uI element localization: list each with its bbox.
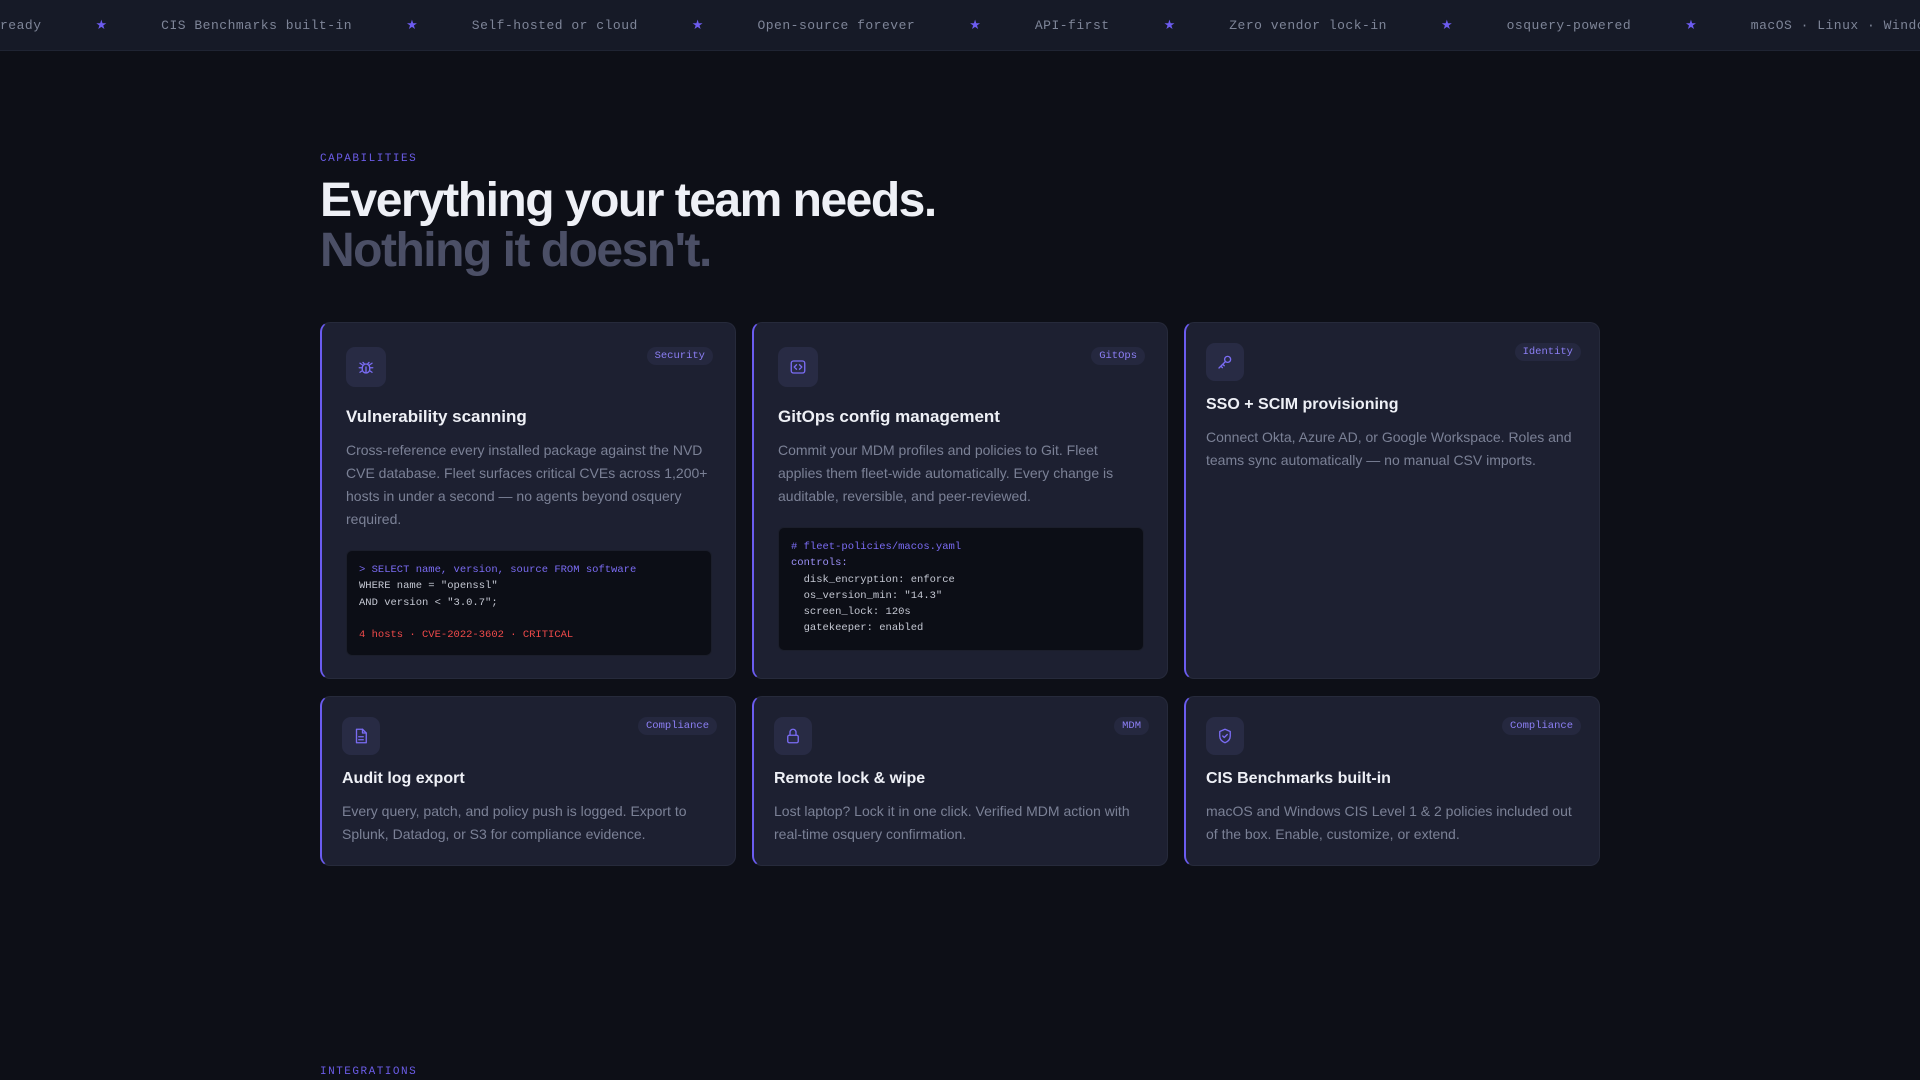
code-line: controls:	[791, 557, 848, 570]
ticker-item: Open-source forever	[757, 17, 916, 33]
category-tag: MDM	[1114, 717, 1149, 735]
feature-card-sso-scim[interactable]: Identity SSO + SCIM provisioning Connect…	[1184, 322, 1600, 679]
category-tag: GitOps	[1091, 347, 1145, 365]
headline-primary: Everything your team needs.	[320, 174, 937, 227]
section-headline: Everything your team needs. Nothing it d…	[320, 174, 937, 277]
ticker-item: Zero vendor lock-in	[1229, 17, 1387, 33]
star-icon: ★	[1440, 17, 1453, 33]
star-icon: ★	[691, 17, 704, 33]
card-title: SSO + SCIM provisioning	[1206, 396, 1399, 413]
card-title: CIS Benchmarks built-in	[1206, 770, 1391, 787]
card-title: Audit log export	[342, 770, 465, 787]
ticker-item: ready	[0, 17, 42, 33]
card-title: Vulnerability scanning	[346, 407, 527, 426]
code-line: > SELECT name, version, source FROM soft…	[359, 564, 637, 576]
card-description: Connect Okta, Azure AD, or Google Worksp…	[1206, 429, 1572, 468]
star-icon: ★	[406, 17, 418, 33]
code-snippet: > SELECT name, version, source FROM soft…	[346, 550, 712, 656]
announcement-ticker: ready ★ CIS Benchmarks built-in ★ Self-h…	[0, 0, 1920, 51]
ticker-track: ready ★ CIS Benchmarks built-in ★ Self-h…	[0, 0, 1920, 50]
star-icon: ★	[1685, 17, 1697, 33]
bug-icon	[346, 347, 386, 387]
ticker-item: Self-hosted or cloud	[471, 17, 638, 33]
star-icon: ★	[969, 17, 981, 33]
code-line: os_version_min: "14.3"	[791, 589, 943, 602]
feature-card-vulnerability-scanning[interactable]: Security Vulnerability scanning Cross-re…	[320, 322, 736, 679]
card-description: Lost laptop? Lock it in one click. Verif…	[774, 803, 1130, 842]
ticker-item: osquery-powered	[1506, 17, 1632, 33]
key-icon	[1206, 343, 1244, 381]
query-result: 4 hosts · CVE-2022-3602 · CRITICAL	[359, 628, 574, 641]
card-title: Remote lock & wipe	[774, 770, 926, 787]
category-tag: Identity	[1514, 343, 1581, 361]
card-title: GitOps config management	[778, 407, 1000, 426]
card-description: Every query, patch, and policy push is l…	[342, 803, 687, 842]
card-description: macOS and Windows CIS Level 1 & 2 polici…	[1206, 803, 1572, 842]
document-icon	[342, 717, 380, 755]
category-tag: Compliance	[1501, 717, 1581, 735]
star-icon: ★	[1163, 17, 1176, 33]
ticker-item: macOS · Linux · Windows · Android	[1750, 17, 1920, 33]
code-line: AND version < "3.0.7";	[359, 596, 498, 609]
lock-icon	[774, 717, 812, 755]
headline-secondary: Nothing it doesn't.	[320, 224, 712, 277]
ticker-item: CIS Benchmarks built-in	[161, 17, 353, 33]
category-tag: Compliance	[637, 717, 717, 735]
code-comment: # fleet-policies/macos.yaml	[791, 541, 962, 553]
card-description: Commit your MDM profiles and policies to…	[778, 442, 1114, 504]
feature-card-audit-log[interactable]: Compliance Audit log export Every query,…	[320, 696, 736, 866]
integrations-eyebrow: INTEGRATIONS	[320, 1066, 418, 1078]
code-icon	[778, 347, 818, 387]
feature-card-remote-lock[interactable]: MDM Remote lock & wipe Lost laptop? Lock…	[752, 696, 1168, 866]
code-line: WHERE name = "openssl"	[359, 580, 498, 593]
code-snippet: # fleet-policies/macos.yaml controls: di…	[778, 527, 1144, 651]
card-description: Cross-reference every installed package …	[346, 442, 708, 527]
code-line: disk_encryption: enforce	[791, 573, 955, 586]
ticker-item: API-first	[1034, 17, 1110, 33]
section-eyebrow: CAPABILITIES	[320, 153, 418, 165]
code-line: gatekeeper: enabled	[791, 622, 924, 635]
shield-check-icon	[1206, 717, 1244, 755]
category-tag: Security	[646, 347, 713, 365]
star-icon: ★	[95, 17, 108, 33]
feature-card-cis-benchmarks[interactable]: Compliance CIS Benchmarks built-in macOS…	[1184, 696, 1600, 866]
feature-card-gitops[interactable]: GitOps GitOps config management Commit y…	[752, 322, 1168, 679]
code-line: screen_lock: 120s	[791, 606, 911, 619]
